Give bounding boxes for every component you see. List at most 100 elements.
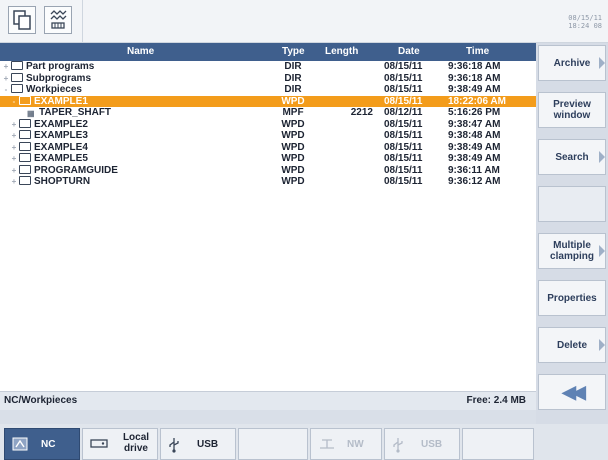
current-path: NC/Workpieces <box>4 395 78 406</box>
row-time: 18:22:06 AM <box>448 95 506 107</box>
row-type: DIR <box>284 84 302 95</box>
table-row[interactable]: + Subprograms DIR 08/15/11 9:36:18 AM <box>0 72 536 85</box>
toolbar-separator <box>82 0 83 42</box>
row-type: WPD <box>281 118 305 130</box>
row-time: 9:38:48 AM <box>448 130 501 141</box>
time-text: 18:24 08 <box>568 22 602 30</box>
row-name: SHOPTURN <box>34 176 91 187</box>
row-name: EXAMPLE3 <box>34 130 88 141</box>
softkey-usb[interactable]: USB <box>160 428 236 460</box>
row-date: 08/15/11 <box>384 130 423 141</box>
row-time: 9:36:11 AM <box>448 164 500 176</box>
machine-icon[interactable] <box>44 6 72 34</box>
column-header-type[interactable]: Type <box>282 46 305 57</box>
status-bar: NC/Workpieces Free: 2.4 MB <box>0 391 536 411</box>
row-date: 08/15/11 <box>384 61 423 72</box>
softkey-empty[interactable] <box>462 428 534 460</box>
table-row[interactable]: + SHOPTURN WPD 08/15/11 9:36:12 AM <box>0 176 536 188</box>
softkey-local-drive[interactable]: Local drive <box>82 428 158 460</box>
table-row[interactable]: - EXAMPLE1 WPD 08/15/11 18:22:06 AM <box>0 95 536 108</box>
row-date: 08/15/11 <box>384 176 423 187</box>
row-type: DIR <box>284 61 302 72</box>
row-time: 9:36:12 AM <box>448 176 501 187</box>
status-spacer <box>0 410 536 424</box>
table-row[interactable]: + EXAMPLE5 WPD 08/15/11 9:38:49 AM <box>0 153 536 165</box>
softkey-label: NW <box>347 439 364 450</box>
softkey-search[interactable]: Search <box>538 139 606 175</box>
row-name: EXAMPLE4 <box>34 141 88 153</box>
softkey-preview-window[interactable]: Preview window <box>538 92 606 128</box>
softkey-empty[interactable] <box>238 428 308 460</box>
row-date: 08/15/11 <box>384 153 423 164</box>
table-row[interactable]: + Part programs DIR 08/15/11 9:36:18 AM <box>0 61 536 73</box>
column-header-length[interactable]: Length <box>325 46 358 57</box>
table-row[interactable]: + EXAMPLE3 WPD 08/15/11 9:38:48 AM <box>0 130 536 142</box>
folder-icon <box>19 95 31 105</box>
copy-icon[interactable] <box>8 6 36 34</box>
row-name: Workpieces <box>26 84 82 95</box>
expand-icon[interactable]: + <box>10 119 18 131</box>
row-name-cell: + EXAMPLE5 <box>10 153 88 165</box>
row-name-cell: + SHOPTURN <box>10 176 90 188</box>
table-row[interactable]: ▦ TAPER_SHAFT MPF 2212 08/12/11 5:16:26 PM <box>0 107 536 119</box>
expand-icon[interactable]: + <box>10 130 18 142</box>
expand-icon[interactable]: + <box>10 165 18 177</box>
row-type: WPD <box>281 153 305 164</box>
collapse-icon[interactable]: - <box>2 84 10 96</box>
row-date: 08/15/11 <box>384 141 423 153</box>
softkey-nw[interactable]: NW <box>310 428 382 460</box>
table-row[interactable]: - Workpieces DIR 08/15/11 9:38:49 AM <box>0 84 536 96</box>
softkey-usb[interactable]: USB <box>384 428 460 460</box>
row-name-cell: + EXAMPLE3 <box>10 130 88 142</box>
expand-icon[interactable]: + <box>2 73 10 85</box>
row-time: 5:16:26 PM <box>448 107 501 118</box>
softkey-archive[interactable]: Archive <box>538 45 606 81</box>
softkey-multiple-clamping[interactable]: Multiple clamping <box>538 233 606 269</box>
row-name-cell: - EXAMPLE1 <box>10 95 88 108</box>
collapse-icon[interactable]: - <box>10 96 18 108</box>
column-header-name[interactable]: Name <box>127 46 154 57</box>
softkey-delete[interactable]: Delete <box>538 327 606 363</box>
horizontal-softkeys: NC Local drive USB NW USB <box>0 424 608 460</box>
row-name: EXAMPLE2 <box>34 118 88 130</box>
softkey-label: NC <box>41 439 56 450</box>
file-list: + Part programs DIR 08/15/11 9:36:18 AM + Subp… <box>0 61 536 188</box>
softkey-nc[interactable]: NC <box>4 428 80 460</box>
softkey-properties[interactable]: Properties <box>538 280 606 316</box>
row-time: 9:38:47 AM <box>448 118 501 130</box>
row-type: DIR <box>284 72 302 84</box>
folder-icon <box>19 164 31 174</box>
expand-icon[interactable]: + <box>10 153 18 165</box>
table-row[interactable]: + EXAMPLE4 WPD 08/15/11 9:38:49 AM <box>0 141 536 154</box>
network-icon <box>318 437 336 454</box>
expand-icon[interactable]: + <box>2 61 10 73</box>
row-time: 9:36:18 AM <box>448 61 501 72</box>
softkey-label: Archive <box>553 57 591 69</box>
submenu-arrow-icon <box>599 245 605 257</box>
row-date: 08/12/11 <box>384 107 423 118</box>
row-time: 9:38:49 AM <box>448 153 501 164</box>
folder-icon <box>19 141 31 151</box>
nc-icon <box>12 437 28 454</box>
expand-icon[interactable]: + <box>10 142 18 154</box>
softkey-label: Multiple clamping <box>550 240 594 262</box>
folder-icon <box>11 72 23 82</box>
row-type: WPD <box>281 141 305 153</box>
expand-icon[interactable]: + <box>10 176 18 188</box>
row-type: WPD <box>281 176 305 187</box>
column-header-date[interactable]: Date <box>398 46 420 57</box>
row-name: Part programs <box>26 61 95 72</box>
top-toolbar <box>0 0 536 43</box>
usb-icon <box>392 437 404 456</box>
softkey-label: Properties <box>547 292 597 304</box>
table-row[interactable]: + PROGRAMGUIDE WPD 08/15/11 9:36:11 AM <box>0 164 536 177</box>
submenu-arrow-icon <box>599 151 605 163</box>
row-name-cell: + EXAMPLE4 <box>10 141 88 154</box>
row-name-cell: + EXAMPLE2 <box>10 118 88 131</box>
table-row[interactable]: + EXAMPLE2 WPD 08/15/11 9:38:47 AM <box>0 118 536 131</box>
row-name-cell: + PROGRAMGUIDE <box>10 164 118 177</box>
softkey-empty[interactable] <box>538 186 606 222</box>
back-button[interactable]: ◀◀ <box>538 374 606 410</box>
vertical-softkeys: Archive Preview window Search Multiple clam… <box>536 43 608 424</box>
column-header-time[interactable]: Time <box>466 46 489 57</box>
